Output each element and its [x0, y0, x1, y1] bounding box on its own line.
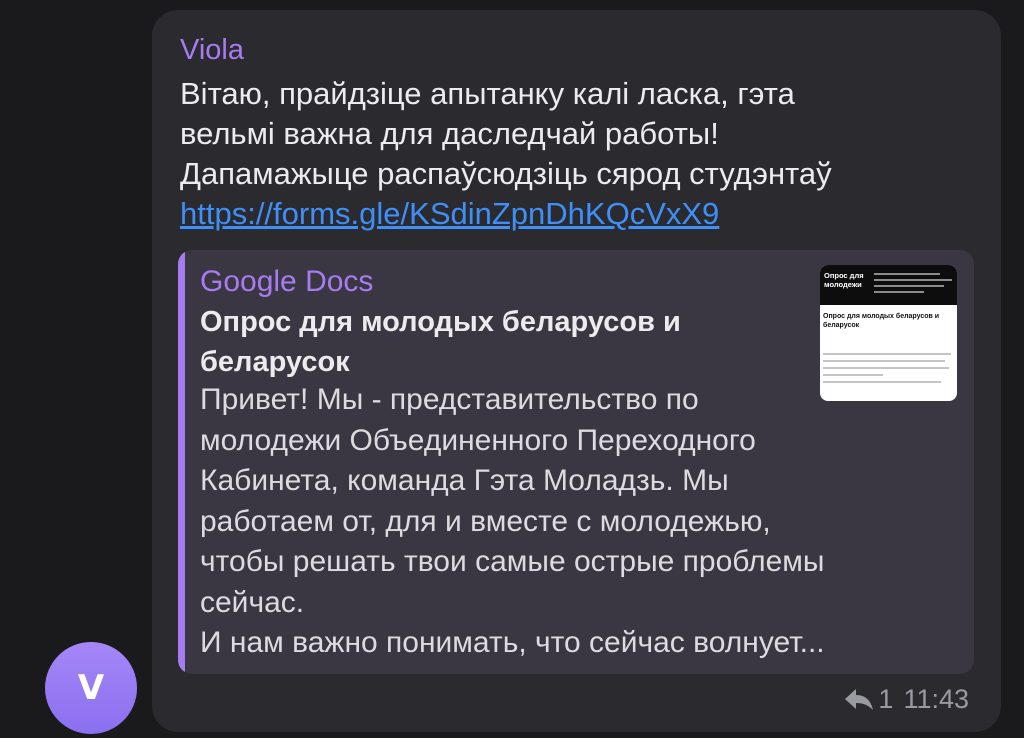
thumbnail-header-band: Опрос для молодежи: [820, 265, 957, 305]
reply-count[interactable]: 1: [878, 684, 893, 714]
preview-site-name: Google Docs: [200, 265, 374, 298]
sender-avatar[interactable]: V: [45, 642, 137, 734]
preview-description: Привет! Мы - представительство по молоде…: [200, 380, 825, 664]
sender-name[interactable]: Viola: [180, 34, 244, 66]
preview-thumbnail[interactable]: Опрос для молодежи Опрос для молодых бел…: [820, 265, 957, 401]
reply-arrow-icon[interactable]: [844, 687, 874, 711]
thumbnail-text-lines: [823, 353, 953, 388]
preview-description-line: И нам важно понимать, что сейчас волнует…: [200, 626, 825, 659]
preview-description-line: чтобы решать твои самые острые проблемы: [200, 545, 825, 578]
message-text-line: Дапамажыце распаўсюдзіць сярод студэнтаў: [180, 156, 832, 191]
preview-description-line: молодежи Объединенного Переходного: [200, 423, 756, 457]
message-link[interactable]: https://forms.gle/KSdinZpnDhKQcVxX9: [180, 194, 719, 234]
thumbnail-header-lines: [874, 273, 952, 297]
preview-description-line: Привет! Мы - представительство по: [200, 383, 699, 416]
avatar-letter: V: [77, 668, 105, 708]
link-preview[interactable]: Google Docs Опрос для молодых беларусов …: [178, 250, 974, 674]
message-time: 11:43: [903, 684, 969, 714]
message-meta: 1 11:43: [844, 684, 969, 714]
preview-description-line: Кабинета, команда Гэта Моладзь. Мы: [200, 464, 729, 497]
preview-accent-bar: [178, 250, 185, 674]
preview-title: Опрос для молодых беларусов и беларусок: [200, 306, 681, 378]
thumbnail-header-text: Опрос для молодежи: [824, 271, 864, 289]
preview-description-line: сейчас.: [200, 585, 305, 619]
preview-description-line: работаем от, для и вместе с молодежью,: [200, 504, 771, 538]
message-bubble[interactable]: Viola Вітаю, прайдзіце апытанку калі лас…: [152, 10, 1001, 732]
message-text-line: вельмі важна для даследчай работы!: [180, 116, 719, 151]
message-text-line: Вітаю, прайдзіце апытанку калі ласка, гэ…: [180, 76, 795, 111]
thumbnail-title: Опрос для молодых беларусов и беларусок: [823, 313, 940, 329]
